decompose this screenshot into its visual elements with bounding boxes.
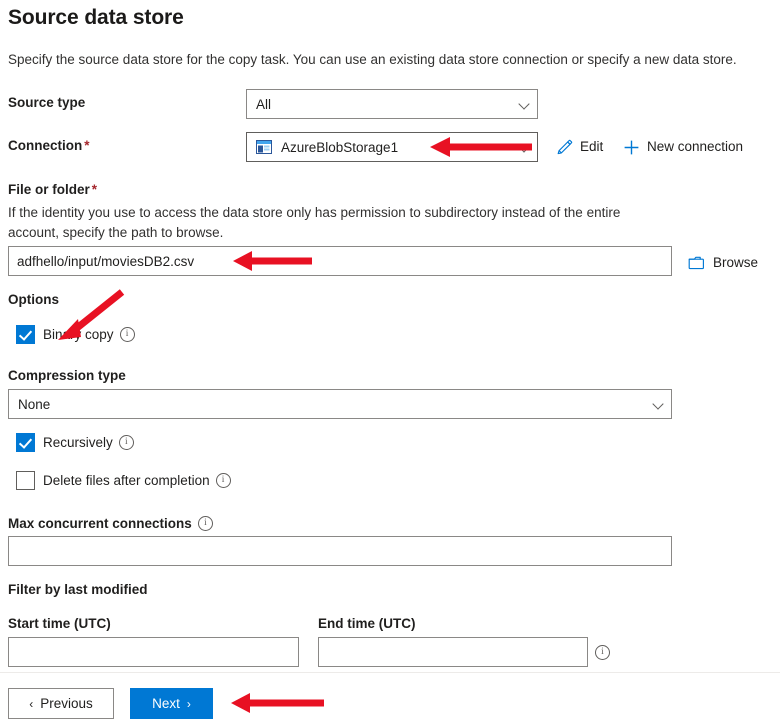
new-connection-button[interactable]: New connection bbox=[623, 134, 743, 160]
chevron-down-icon bbox=[519, 141, 531, 153]
filter-by-last-modified-label: Filter by last modified bbox=[8, 582, 148, 597]
chevron-down-icon bbox=[653, 398, 665, 410]
browse-button[interactable]: Browse bbox=[688, 250, 758, 276]
connection-value: AzureBlobStorage1 bbox=[281, 140, 513, 155]
recursively-checkbox[interactable] bbox=[16, 433, 35, 452]
required-asterisk: * bbox=[84, 138, 89, 153]
next-button[interactable]: Next › bbox=[130, 688, 213, 719]
file-or-folder-helper-line2: account, specify the path to browse. bbox=[8, 223, 708, 243]
browse-label: Browse bbox=[713, 256, 758, 270]
arrow-pointing-to-next-button bbox=[222, 690, 327, 716]
folder-icon bbox=[688, 255, 706, 271]
delete-files-after-completion-checkbox[interactable] bbox=[16, 471, 35, 490]
chevron-down-icon bbox=[519, 98, 531, 110]
edit-connection-button[interactable]: Edit bbox=[556, 134, 603, 160]
chevron-left-icon: ‹ bbox=[29, 698, 33, 710]
edit-connection-label: Edit bbox=[580, 140, 603, 154]
info-icon[interactable]: i bbox=[595, 645, 610, 660]
source-type-value: All bbox=[256, 97, 513, 112]
azure-blob-storage-icon bbox=[256, 140, 272, 154]
connection-select[interactable]: AzureBlobStorage1 bbox=[246, 132, 538, 162]
start-time-label: Start time (UTC) bbox=[8, 616, 111, 631]
plus-icon bbox=[623, 139, 640, 156]
compression-type-value: None bbox=[18, 397, 647, 412]
source-data-store-panel: Source data store Specify the source dat… bbox=[0, 0, 780, 721]
start-time-input[interactable] bbox=[8, 637, 299, 667]
recursively-checkbox-row[interactable]: Recursively i bbox=[16, 433, 134, 452]
compression-type-select[interactable]: None bbox=[8, 389, 672, 419]
delete-files-after-completion-checkbox-row[interactable]: Delete files after completion i bbox=[16, 471, 231, 490]
info-icon[interactable]: i bbox=[119, 435, 134, 450]
options-section-label: Options bbox=[8, 292, 59, 307]
source-type-label: Source type bbox=[8, 95, 85, 110]
required-asterisk: * bbox=[92, 182, 97, 197]
page-title: Source data store bbox=[8, 6, 184, 30]
file-or-folder-label: File or folder* bbox=[8, 182, 97, 197]
source-type-select[interactable]: All bbox=[246, 89, 538, 119]
previous-label: Previous bbox=[40, 696, 93, 711]
info-icon[interactable]: i bbox=[216, 473, 231, 488]
info-icon[interactable]: i bbox=[120, 327, 135, 342]
binary-copy-checkbox[interactable] bbox=[16, 325, 35, 344]
max-concurrent-connections-label: Max concurrent connections bbox=[8, 516, 192, 531]
chevron-right-icon: › bbox=[187, 698, 191, 710]
end-time-label: End time (UTC) bbox=[318, 616, 416, 631]
connection-label: Connection* bbox=[8, 138, 90, 153]
footer-divider bbox=[0, 672, 780, 673]
end-time-input[interactable] bbox=[318, 637, 588, 667]
recursively-label: Recursively bbox=[43, 435, 113, 450]
page-description: Specify the source data store for the co… bbox=[8, 52, 737, 67]
info-icon[interactable]: i bbox=[198, 516, 213, 531]
file-or-folder-input[interactable] bbox=[8, 246, 672, 276]
binary-copy-label: Binary copy bbox=[43, 327, 114, 342]
max-concurrent-connections-input[interactable] bbox=[8, 536, 672, 566]
pencil-icon bbox=[556, 139, 573, 156]
delete-files-after-completion-label: Delete files after completion bbox=[43, 473, 210, 488]
binary-copy-checkbox-row[interactable]: Binary copy i bbox=[16, 325, 135, 344]
compression-type-label: Compression type bbox=[8, 368, 126, 383]
previous-button[interactable]: ‹ Previous bbox=[8, 688, 114, 719]
file-or-folder-helper-line1: If the identity you use to access the da… bbox=[8, 203, 708, 223]
new-connection-label: New connection bbox=[647, 140, 743, 154]
next-label: Next bbox=[152, 696, 180, 711]
